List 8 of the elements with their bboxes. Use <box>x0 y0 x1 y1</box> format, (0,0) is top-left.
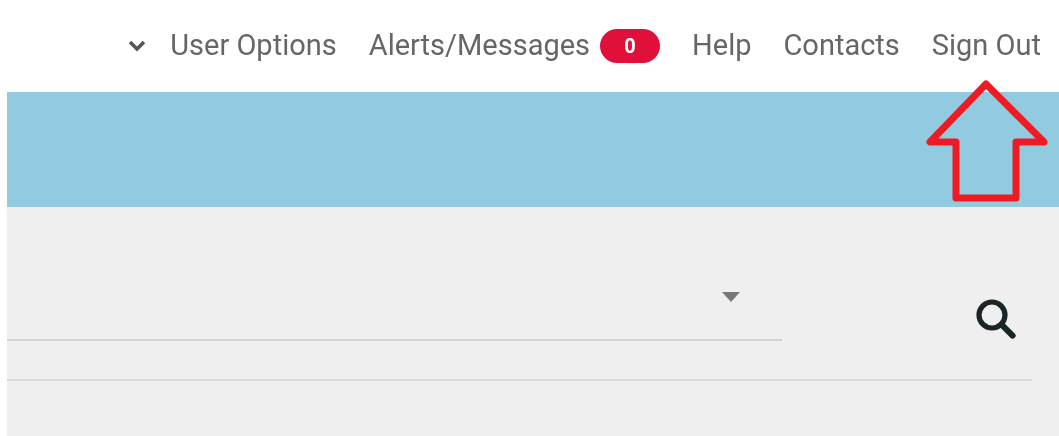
alert-count-badge: 0 <box>600 29 661 63</box>
chevron-down-icon[interactable] <box>128 40 147 52</box>
user-options-menu[interactable]: User Options <box>170 24 337 68</box>
dropdown-icon <box>722 292 740 302</box>
nav-link[interactable]: Sign Out <box>931 24 1041 68</box>
nav-link[interactable]: Contacts <box>783 24 900 68</box>
nav-link[interactable]: Help <box>692 24 752 68</box>
nav-link[interactable]: Alerts/Messages <box>368 24 591 68</box>
